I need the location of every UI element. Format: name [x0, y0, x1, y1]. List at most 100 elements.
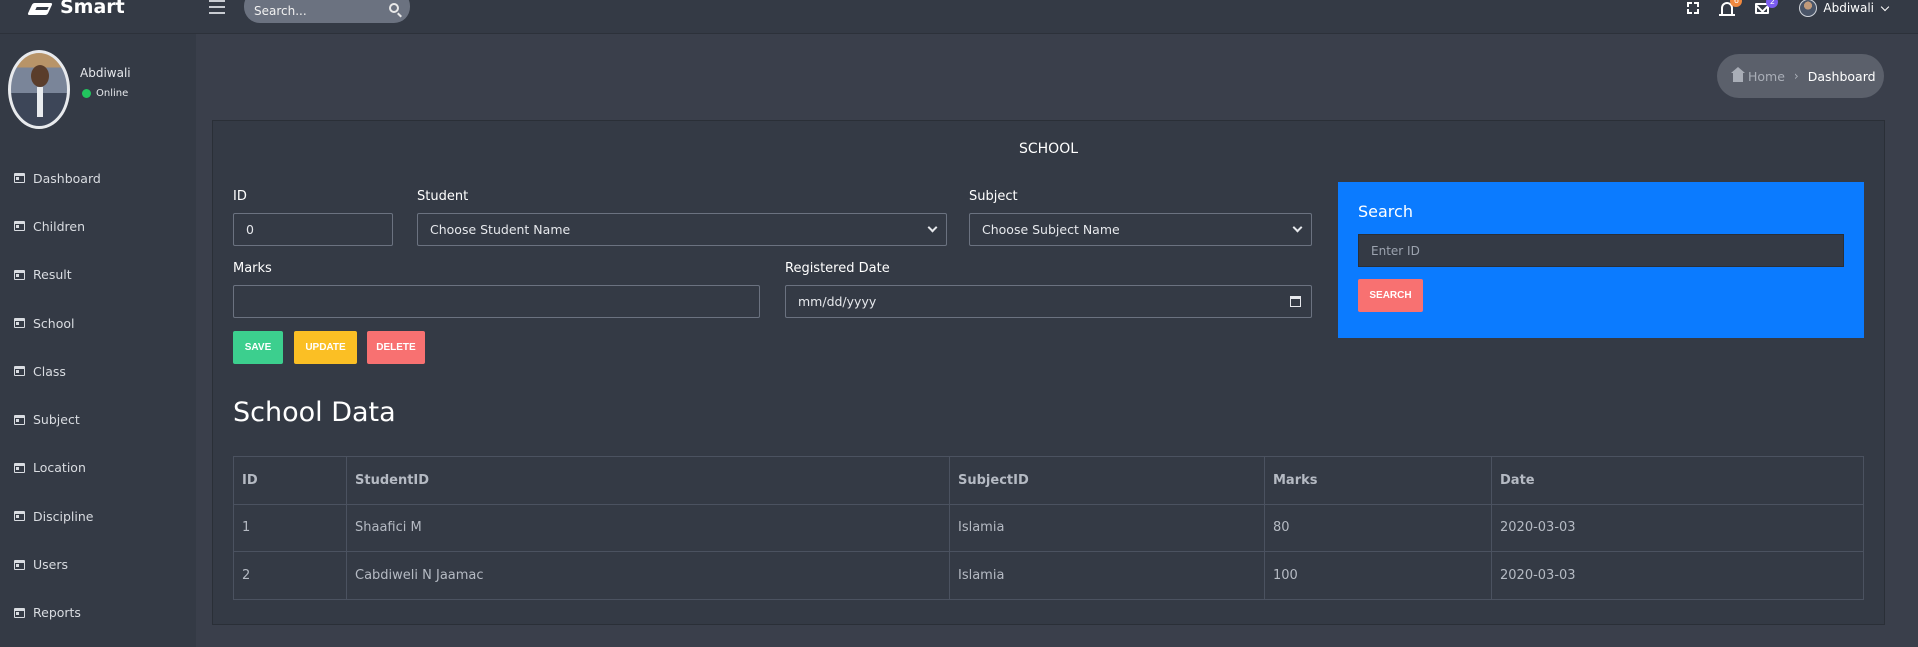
top-bar: Smart 6 2 Abdiwali [0, 0, 1918, 34]
calendar-icon [14, 318, 25, 329]
calendar-icon [14, 269, 25, 280]
registered-date-value: mm/dd/yyyy [798, 294, 877, 309]
sidebar-profile: Abdiwali Online [8, 50, 131, 129]
calendar-icon [14, 607, 25, 618]
sidebar: Abdiwali Online Dashboard Children Resul… [0, 34, 196, 647]
search-id-placeholder: Enter ID [1371, 243, 1420, 258]
sidebar-item-subject[interactable]: Subject [0, 395, 196, 443]
subject-label: Subject [969, 189, 1018, 204]
online-status-icon [82, 89, 91, 98]
cell-subjectid: Islamia [949, 503, 1265, 552]
search-panel-title: Search [1358, 202, 1413, 221]
subject-select-value: Choose Subject Name [982, 222, 1120, 237]
cell-id: 1 [233, 503, 347, 552]
student-select-value: Choose Student Name [430, 222, 571, 237]
calendar-icon [14, 221, 25, 232]
sidebar-item-location[interactable]: Location [0, 444, 196, 492]
menu-toggle-icon[interactable] [209, 0, 225, 14]
column-header-marks: Marks [1264, 456, 1492, 505]
school-card: SCHOOL ID 0 Student Choose Student Name … [212, 120, 1885, 625]
school-data-table: ID StudentID SubjectID Marks Date 1 Shaa… [233, 456, 1864, 600]
sidebar-item-label: Users [33, 557, 69, 573]
cell-id: 2 [233, 551, 347, 600]
column-header-subjectid: SubjectID [949, 456, 1265, 505]
student-select[interactable]: Choose Student Name [417, 213, 947, 246]
id-input[interactable]: 0 [233, 213, 393, 246]
calendar-icon [14, 414, 25, 425]
sidebar-item-label: Children [33, 218, 86, 234]
app-logo[interactable]: Smart [28, 0, 125, 20]
messages-badge: 2 [1766, 0, 1779, 8]
column-header-id: ID [233, 456, 347, 505]
app-name: Smart [60, 0, 125, 18]
breadcrumb-home-link[interactable]: Home [1748, 69, 1785, 84]
sidebar-item-label: Subject [33, 412, 80, 428]
cell-studentid: Cabdiweli N Jaamac [346, 551, 950, 600]
breadcrumb-current: Dashboard [1807, 68, 1876, 84]
sidebar-item-label: Result [33, 267, 72, 283]
update-button[interactable]: UPDATE [294, 331, 357, 364]
sidebar-item-label: Dashboard [33, 170, 101, 186]
registered-date-label: Registered Date [785, 261, 890, 276]
profile-status-label: Online [96, 88, 129, 99]
home-icon [1731, 66, 1745, 82]
sidebar-item-result[interactable]: Result [0, 251, 196, 299]
id-input-value: 0 [246, 222, 254, 237]
sidebar-item-children[interactable]: Children [0, 202, 196, 250]
form-title: SCHOOL [1018, 141, 1079, 157]
logo-icon [28, 1, 54, 19]
search-button[interactable]: SEARCH [1358, 279, 1423, 312]
calendar-icon [14, 173, 25, 184]
calendar-icon[interactable] [1290, 296, 1301, 307]
cell-date: 2020-03-03 [1491, 551, 1864, 600]
profile-name: Abdiwali [80, 66, 131, 80]
search-panel: Search Enter ID SEARCH [1338, 182, 1864, 338]
sidebar-item-class[interactable]: Class [0, 347, 196, 395]
sidebar-item-label: School [33, 315, 75, 331]
cell-subjectid: Islamia [949, 551, 1265, 600]
global-search [244, 0, 410, 23]
calendar-icon [14, 559, 25, 570]
fullscreen-button[interactable] [1687, 2, 1700, 14]
global-search-input[interactable] [254, 0, 384, 18]
marks-input[interactable] [233, 285, 760, 318]
registered-date-input[interactable]: mm/dd/yyyy [785, 285, 1312, 318]
search-icon[interactable] [389, 3, 399, 13]
sidebar-item-users[interactable]: Users [0, 540, 196, 588]
column-header-studentid: StudentID [346, 456, 950, 505]
search-id-input[interactable]: Enter ID [1358, 234, 1844, 267]
delete-button[interactable]: DELETE [367, 331, 425, 364]
profile-avatar [8, 50, 70, 129]
table-header-row: ID StudentID SubjectID Marks Date [233, 456, 1864, 505]
table-row[interactable]: 1 Shaafici M Islamia 80 2020-03-03 [233, 503, 1864, 552]
profile-status: Online [82, 88, 128, 99]
sidebar-item-reports[interactable]: Reports [0, 589, 196, 637]
sidebar-item-label: Class [33, 363, 66, 379]
breadcrumb-separator-icon: › [1793, 69, 1799, 83]
sidebar-item-label: Reports [33, 605, 81, 621]
user-name: Abdiwali [1823, 1, 1874, 15]
cell-studentid: Shaafici M [346, 503, 950, 552]
sidebar-item-school[interactable]: School [0, 299, 196, 347]
cell-marks: 100 [1264, 551, 1492, 600]
breadcrumb: Home › Dashboard [1717, 54, 1884, 98]
messages-button[interactable]: 2 [1755, 0, 1779, 14]
calendar-icon [14, 366, 25, 377]
sidebar-nav: Dashboard Children Result School Class S… [0, 154, 196, 637]
save-button[interactable]: SAVE [233, 331, 283, 364]
table-row[interactable]: 2 Cabdiweli N Jaamac Islamia 100 2020-03… [233, 551, 1864, 600]
id-label: ID [233, 189, 247, 204]
calendar-icon [14, 462, 25, 473]
notifications-button[interactable]: 6 [1719, 0, 1743, 16]
notifications-badge: 6 [1730, 0, 1743, 7]
user-menu[interactable]: Abdiwali [1799, 0, 1890, 17]
sidebar-item-label: Discipline [33, 508, 94, 524]
sidebar-item-discipline[interactable]: Discipline [0, 492, 196, 540]
expand-icon [1687, 2, 1700, 14]
sidebar-item-dashboard[interactable]: Dashboard [0, 154, 196, 202]
calendar-icon [14, 511, 25, 522]
chevron-down-icon [927, 222, 938, 233]
subject-select[interactable]: Choose Subject Name [969, 213, 1312, 246]
avatar [1799, 0, 1818, 17]
sidebar-item-label: Location [33, 460, 86, 476]
